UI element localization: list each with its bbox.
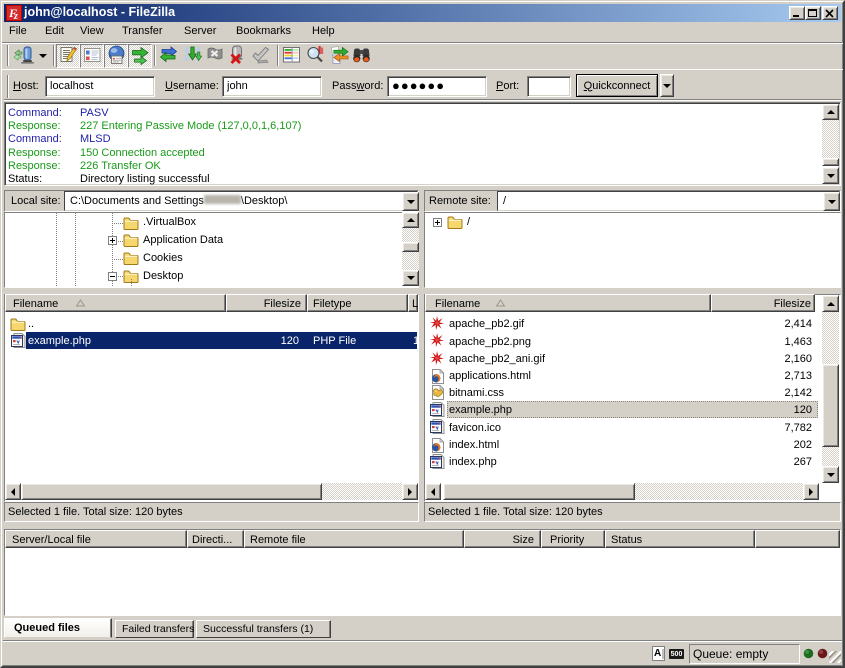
svg-text:z: z [13,11,18,21]
